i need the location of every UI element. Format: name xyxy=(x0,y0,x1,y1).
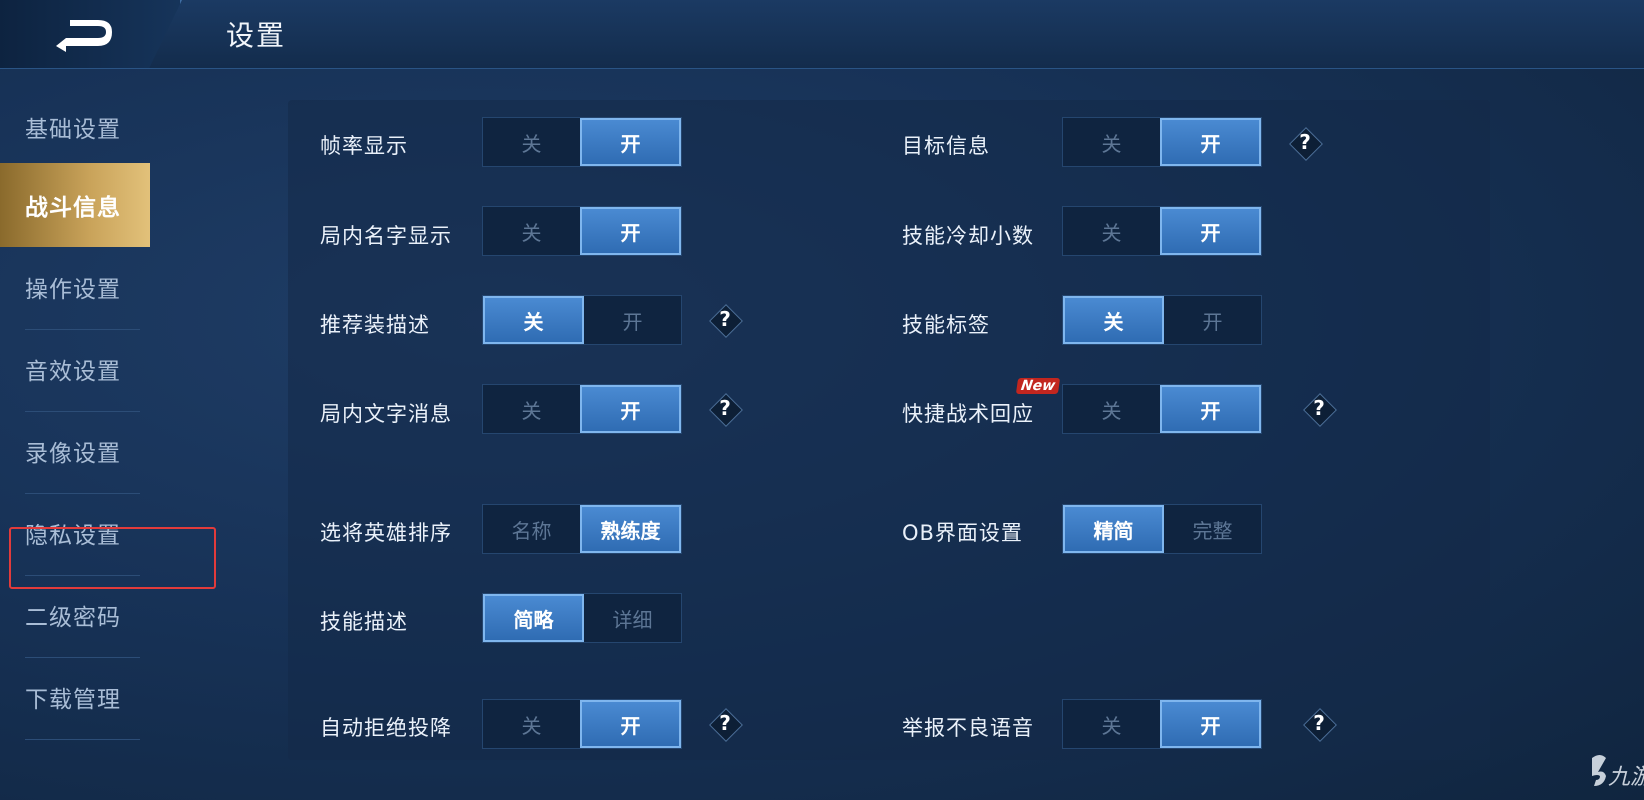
sidebar-item-basic[interactable]: 基础设置 xyxy=(0,84,150,170)
report-voice-help-icon[interactable]: ? xyxy=(1303,708,1337,742)
report-voice-off-option[interactable]: 关 xyxy=(1063,700,1160,748)
sidebar-item-label: 录像设置 xyxy=(25,441,121,467)
quick-tactics-label: 快捷战术回应 xyxy=(902,402,1034,426)
ob-interface-toggle: 精简 完整 xyxy=(1062,504,1262,554)
sidebar-item-replay[interactable]: 录像设置 xyxy=(0,408,150,494)
auto-refuse-label: 自动拒绝投降 xyxy=(320,716,452,740)
recommend-desc-toggle: 关 开 xyxy=(482,295,682,345)
sidebar-item-label: 隐私设置 xyxy=(25,523,121,549)
fps-on-option[interactable]: 开 xyxy=(580,118,681,166)
recommend-desc-off-option[interactable]: 关 xyxy=(483,296,584,344)
auto-refuse-toggle: 关 开 xyxy=(482,699,682,749)
page-title: 设置 xyxy=(226,19,287,52)
quick-tactics-toggle: 关 开 xyxy=(1062,384,1262,434)
sidebar-item-label: 音效设置 xyxy=(25,359,121,385)
sidebar-item-label: 操作设置 xyxy=(25,277,121,303)
back-arrow-icon[interactable] xyxy=(52,16,114,52)
skill-tag-toggle: 关 开 xyxy=(1062,295,1262,345)
cooldown-decimal-on-option[interactable]: 开 xyxy=(1160,207,1261,255)
recommend-desc-label: 推荐装描述 xyxy=(320,313,430,337)
skill-desc-label: 技能描述 xyxy=(320,610,408,634)
skill-desc-toggle: 简略 详细 xyxy=(482,593,682,643)
text-message-label: 局内文字消息 xyxy=(320,402,452,426)
skill-desc-detailed-option[interactable]: 详细 xyxy=(584,594,681,642)
cooldown-decimal-off-option[interactable]: 关 xyxy=(1063,207,1160,255)
auto-refuse-off-option[interactable]: 关 xyxy=(483,700,580,748)
text-message-toggle: 关 开 xyxy=(482,384,682,434)
ob-interface-simple-option[interactable]: 精简 xyxy=(1063,505,1164,553)
hero-sort-name-option[interactable]: 名称 xyxy=(483,505,580,553)
text-message-on-option[interactable]: 开 xyxy=(580,385,681,433)
recommend-desc-on-option[interactable]: 开 xyxy=(584,296,681,344)
quick-tactics-on-option[interactable]: 开 xyxy=(1160,385,1261,433)
sidebar-item-battle-info[interactable]: 战斗信息 xyxy=(0,163,150,247)
target-info-toggle: 关 开 xyxy=(1062,117,1262,167)
skill-tag-on-option[interactable]: 开 xyxy=(1164,296,1261,344)
skill-tag-label: 技能标签 xyxy=(902,313,990,337)
hero-sort-proficiency-option[interactable]: 熟练度 xyxy=(580,505,681,553)
sidebar-item-label: 基础设置 xyxy=(25,117,121,143)
target-info-on-option[interactable]: 开 xyxy=(1160,118,1261,166)
sidebar-item-controls[interactable]: 操作设置 xyxy=(0,244,150,330)
name-display-off-option[interactable]: 关 xyxy=(483,207,580,255)
target-info-help-icon[interactable]: ? xyxy=(1289,127,1323,161)
sidebar-item-secondary-password[interactable]: 二级密码 xyxy=(0,572,150,658)
fps-off-option[interactable]: 关 xyxy=(483,118,580,166)
settings-panel xyxy=(288,100,1490,760)
name-display-toggle: 关 开 xyxy=(482,206,682,256)
auto-refuse-on-option[interactable]: 开 xyxy=(580,700,681,748)
hero-sort-label: 选将英雄排序 xyxy=(320,521,452,545)
text-message-help-icon[interactable]: ? xyxy=(709,393,743,427)
new-badge: New xyxy=(1015,378,1061,394)
recommend-desc-help-icon[interactable]: ? xyxy=(709,304,743,338)
sidebar-item-label: 二级密码 xyxy=(25,605,121,631)
text-message-off-option[interactable]: 关 xyxy=(483,385,580,433)
sidebar-item-downloads[interactable]: 下载管理 xyxy=(0,654,150,740)
sidebar: 基础设置 战斗信息 操作设置 音效设置 录像设置 隐私设置 二级密码 下载管理 xyxy=(0,84,150,784)
ob-interface-label: OB界面设置 xyxy=(902,521,1023,545)
sidebar-item-privacy[interactable]: 隐私设置 xyxy=(0,490,150,576)
report-voice-on-option[interactable]: 开 xyxy=(1160,700,1261,748)
cooldown-decimal-label: 技能冷却小数 xyxy=(902,224,1034,248)
auto-refuse-help-icon[interactable]: ? xyxy=(709,708,743,742)
report-voice-toggle: 关 开 xyxy=(1062,699,1262,749)
sidebar-item-label: 下载管理 xyxy=(25,687,121,713)
back-button-area[interactable] xyxy=(0,0,182,68)
hero-sort-toggle: 名称 熟练度 xyxy=(482,504,682,554)
fps-label: 帧率显示 xyxy=(320,134,408,158)
name-display-label: 局内名字显示 xyxy=(320,224,452,248)
jiuyou-logo-icon: 九游 xyxy=(1592,755,1644,790)
skill-tag-off-option[interactable]: 关 xyxy=(1063,296,1164,344)
quick-tactics-off-option[interactable]: 关 xyxy=(1063,385,1160,433)
target-info-off-option[interactable]: 关 xyxy=(1063,118,1160,166)
fps-toggle: 关 开 xyxy=(482,117,682,167)
cooldown-decimal-toggle: 关 开 xyxy=(1062,206,1262,256)
sidebar-item-audio[interactable]: 音效设置 xyxy=(0,326,150,412)
quick-tactics-help-icon[interactable]: ? xyxy=(1303,393,1337,427)
report-voice-label: 举报不良语音 xyxy=(902,716,1034,740)
watermark-text: 九游 xyxy=(1608,765,1644,790)
name-display-on-option[interactable]: 开 xyxy=(580,207,681,255)
sidebar-item-label: 战斗信息 xyxy=(25,195,121,221)
skill-desc-brief-option[interactable]: 简略 xyxy=(483,594,584,642)
header-bar: 设置 xyxy=(0,0,1644,69)
target-info-label: 目标信息 xyxy=(902,134,990,158)
ob-interface-full-option[interactable]: 完整 xyxy=(1164,505,1261,553)
